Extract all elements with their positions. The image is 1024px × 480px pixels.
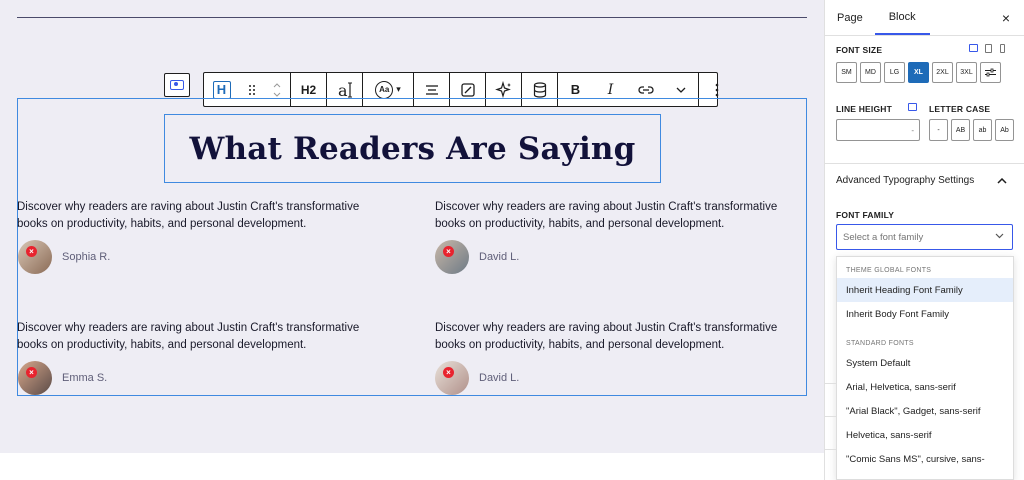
database-icon [533, 81, 546, 98]
letter-case-label: LETTER CASE [929, 104, 991, 114]
heading-level-label: H2 [300, 82, 317, 97]
canvas-footer-area [0, 453, 824, 480]
testimonial-quote[interactable]: Discover why readers are raving about Ju… [435, 199, 795, 233]
font-size-2xl[interactable]: 2XL [932, 62, 953, 83]
font-option[interactable]: Inherit Body Font Family [837, 302, 1013, 326]
dropdown-group-label: STANDARD FONTS [846, 340, 914, 347]
font-size-3xl[interactable]: 3XL [956, 62, 977, 83]
author-name[interactable]: David L. [479, 372, 519, 384]
chevron-down-icon [676, 87, 685, 93]
letter-case-none[interactable]: - [929, 119, 948, 141]
font-size-lg[interactable]: LG [884, 62, 905, 83]
advanced-typography-toggle[interactable]: Advanced Typography Settings [836, 175, 974, 186]
avatar[interactable]: × [435, 240, 469, 274]
font-size-md[interactable]: MD [860, 62, 881, 83]
testimonial-quote[interactable]: Discover why readers are raving about Ju… [435, 320, 795, 354]
author-name[interactable]: David L. [479, 251, 519, 263]
heading-block[interactable]: What Readers Are Saying [164, 114, 661, 183]
testimonial-author: × Sophia R. [18, 240, 110, 274]
font-option[interactable]: "Comic Sans MS", cursive, sans- [837, 447, 1013, 471]
font-size-label: FONT SIZE [836, 45, 883, 55]
heading-block-icon: H [212, 80, 231, 99]
broken-image-icon: × [443, 246, 454, 257]
tab-page[interactable]: Page [825, 0, 875, 35]
font-option[interactable]: Helvetica, sans-serif [837, 423, 1013, 447]
font-option[interactable]: Arial, Helvetica, sans-serif [837, 375, 1013, 399]
author-name[interactable]: Sophia R. [62, 251, 110, 263]
select-parent-button[interactable] [164, 73, 190, 97]
font-family-dropdown: THEME GLOBAL FONTS Inherit Heading Font … [836, 256, 1014, 480]
tablet-icon[interactable] [985, 44, 992, 53]
svg-text:a: a [338, 81, 348, 99]
font-family-label: FONT FAMILY [836, 210, 895, 220]
testimonial-quote[interactable]: Discover why readers are raving about Ju… [17, 199, 377, 233]
avatar[interactable]: × [435, 361, 469, 395]
align-center-icon [425, 84, 438, 95]
desktop-icon[interactable] [969, 44, 978, 52]
testimonial-author: × David L. [435, 361, 519, 395]
line-height-label: LINE HEIGHT [836, 104, 893, 114]
sparkle-icon [494, 80, 511, 98]
bold-icon: B [570, 82, 581, 97]
typography-icon: Aa [375, 80, 394, 99]
kebab-menu-icon [715, 83, 718, 96]
avatar[interactable]: × [18, 240, 52, 274]
font-size-xl[interactable]: XL [908, 62, 929, 83]
font-size-options: SM MD LG XL 2XL 3XL [836, 62, 1001, 83]
sliders-icon [985, 68, 996, 77]
letter-case-upper[interactable]: AB [951, 119, 970, 141]
group-block-icon [170, 80, 184, 90]
close-icon[interactable]: × [1002, 10, 1010, 26]
author-name[interactable]: Emma S. [62, 372, 107, 384]
broken-image-icon: × [26, 367, 37, 378]
drag-handle-icon [248, 84, 255, 95]
tab-block[interactable]: Block [874, 0, 930, 35]
letter-case-options: - AB ab Ab [929, 119, 1014, 141]
font-family-select[interactable]: Select a font family [836, 224, 1013, 250]
separator-line [17, 17, 807, 18]
dropdown-group-label: THEME GLOBAL FONTS [846, 267, 932, 274]
font-option[interactable]: "Arial Black", Gadget, sans-serif [837, 399, 1013, 423]
mobile-icon[interactable] [1000, 44, 1005, 53]
testimonial-author: × David L. [435, 240, 519, 274]
font-family-placeholder: Select a font family [843, 231, 924, 243]
letter-case-capitalize[interactable]: Ab [995, 119, 1014, 141]
move-up-down-icon [273, 82, 281, 97]
section-heading[interactable]: What Readers Are Saying [189, 131, 635, 167]
line-height-input[interactable]: - [836, 119, 920, 141]
font-icon: a [338, 81, 352, 99]
custom-size-button[interactable] [980, 62, 1001, 83]
font-size-sm[interactable]: SM [836, 62, 857, 83]
desktop-icon[interactable] [908, 103, 917, 111]
section-divider [824, 163, 1024, 164]
chevron-up-icon[interactable] [997, 176, 1007, 187]
link-icon [637, 85, 654, 94]
font-option[interactable]: Inherit Heading Font Family [837, 278, 1013, 302]
sidebar-tabs: Page Block × [825, 0, 1024, 36]
broken-image-icon: × [26, 246, 37, 257]
testimonial-quote[interactable]: Discover why readers are raving about Ju… [17, 320, 377, 354]
section-divider [824, 449, 836, 450]
broken-image-icon: × [443, 367, 454, 378]
section-divider [824, 383, 836, 384]
section-divider [824, 416, 836, 417]
avatar[interactable]: × [18, 361, 52, 395]
caret-down-icon: ▾ [396, 84, 401, 94]
style-icon [460, 82, 475, 97]
chevron-down-icon [995, 231, 1004, 241]
italic-icon: I [607, 81, 614, 98]
letter-case-lower[interactable]: ab [973, 119, 992, 141]
font-option[interactable]: System Default [837, 351, 1013, 375]
testimonial-author: × Emma S. [18, 361, 107, 395]
